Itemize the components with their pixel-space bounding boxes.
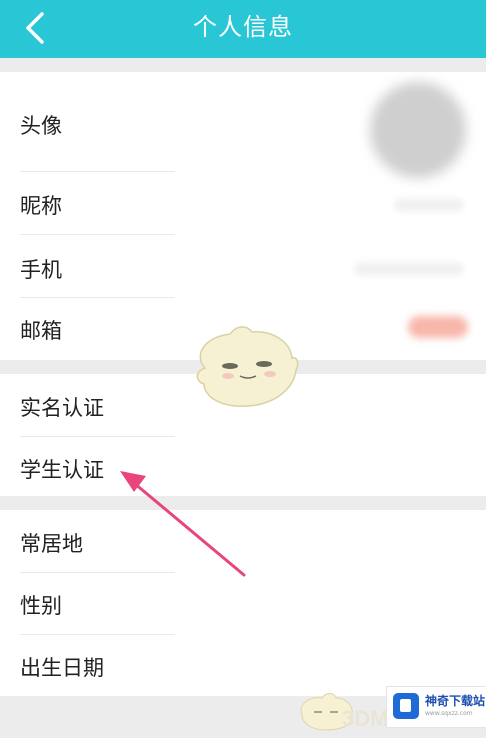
site-url: www.sqxzz.com [425,710,473,717]
site-name: 神奇下载站 [425,694,486,708]
watermark-3dm: 3DM [342,706,389,731]
site-watermark: 神奇下载站 www.sqxzz.com [386,686,486,728]
annotation-arrow [120,471,246,577]
site-logo-icon [393,693,419,719]
